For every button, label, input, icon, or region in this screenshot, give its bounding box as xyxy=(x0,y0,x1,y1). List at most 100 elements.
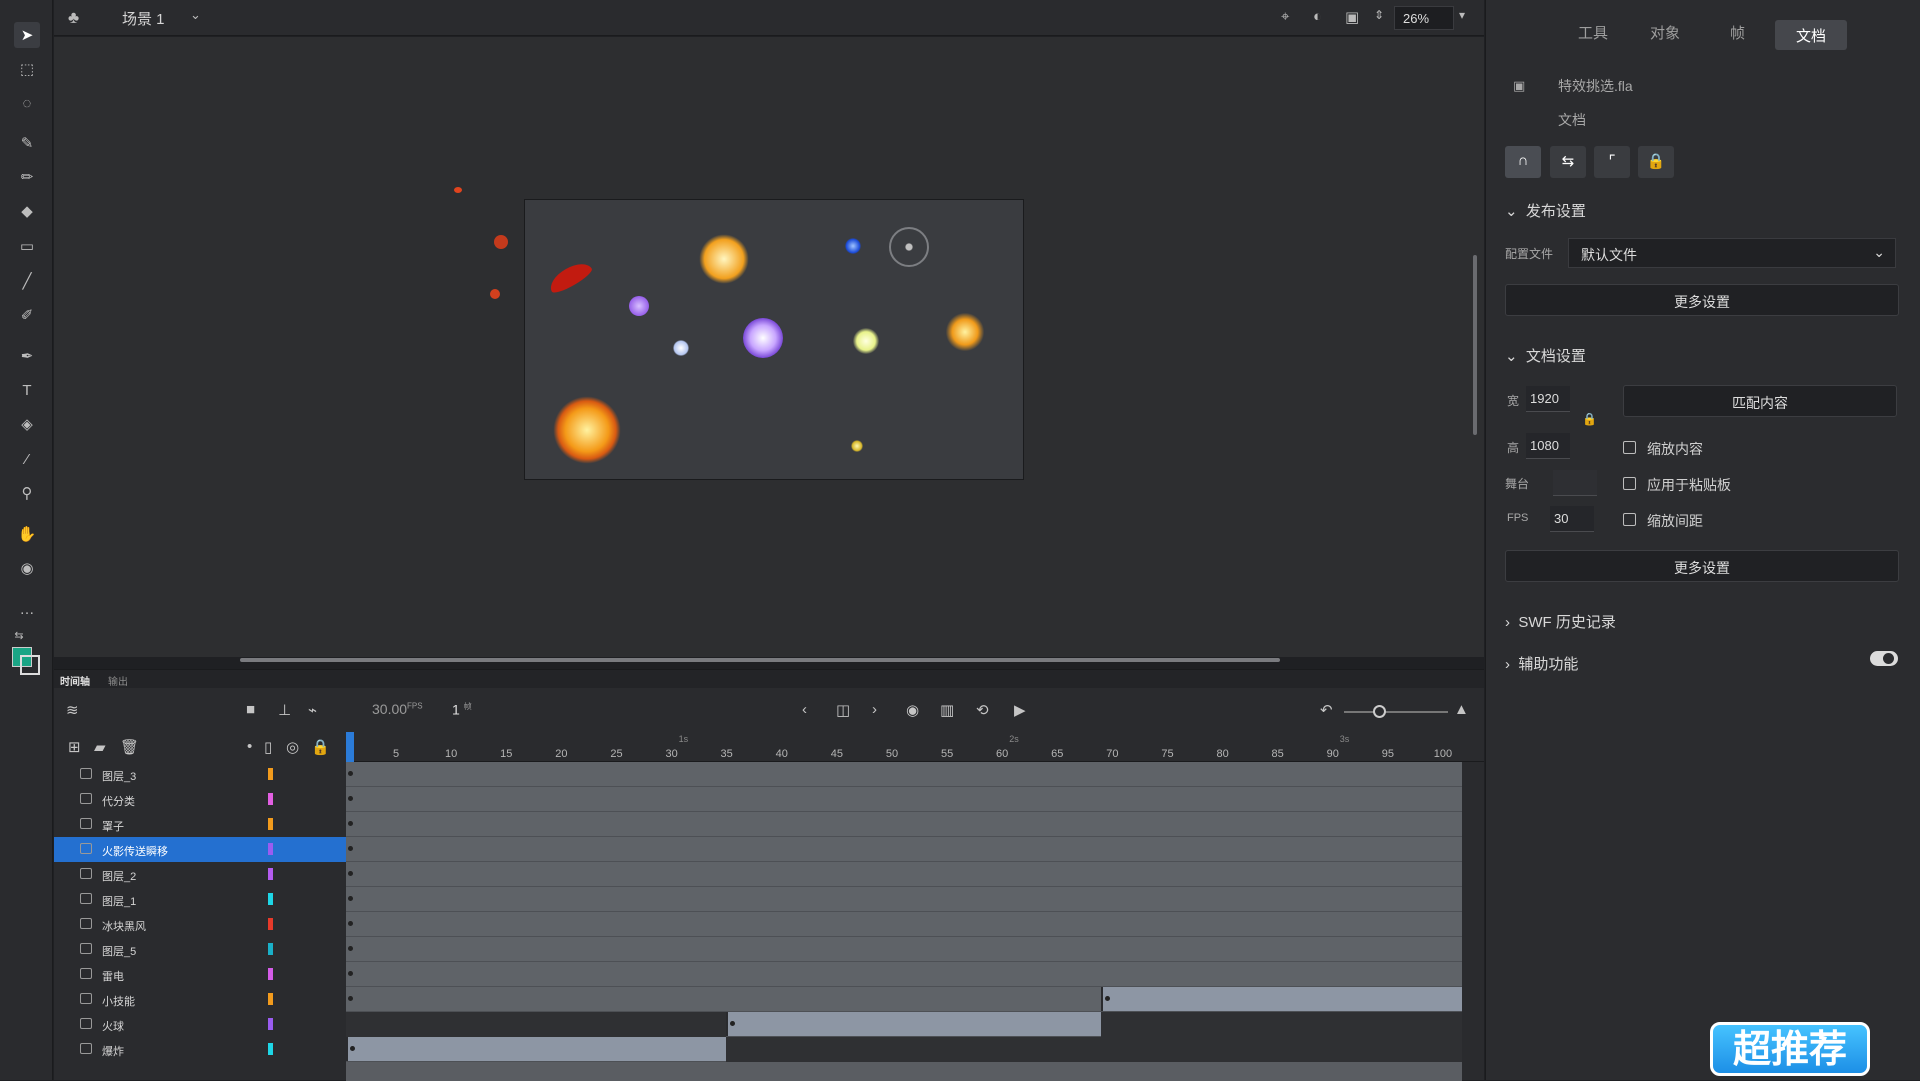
scale-content-checkbox[interactable] xyxy=(1623,441,1636,454)
clip-icon[interactable]: ◐ xyxy=(1313,8,1322,25)
layer-row[interactable]: 罩子 xyxy=(54,812,346,837)
center-stage-icon[interactable]: ⌖ xyxy=(1281,8,1289,25)
layer-row[interactable]: 代分类 xyxy=(54,787,346,812)
add-layer-icon[interactable]: ⊞ xyxy=(68,738,81,756)
effect-sprite[interactable] xyxy=(553,396,621,464)
pen-tool-icon[interactable]: ✒ xyxy=(14,343,40,369)
fps-readout[interactable]: 30.00FPS xyxy=(372,701,423,717)
layer-color-marker[interactable] xyxy=(268,993,273,1005)
layer-color-marker[interactable] xyxy=(268,943,273,955)
layer-row[interactable]: 图层_5 xyxy=(54,937,346,962)
chevron-down-icon[interactable]: ▾ xyxy=(1459,8,1465,22)
frame-grid[interactable] xyxy=(346,762,1462,1081)
document-more-settings-button[interactable]: 更多设置 xyxy=(1505,550,1899,582)
effect-sprite[interactable] xyxy=(743,318,783,358)
layer-color-marker[interactable] xyxy=(268,918,273,930)
keyframe[interactable] xyxy=(348,871,353,876)
keyframe[interactable] xyxy=(348,921,353,926)
stage-color-swatch[interactable] xyxy=(1553,470,1597,496)
frame-row[interactable] xyxy=(346,812,1462,837)
line-tool-icon[interactable]: ╱ xyxy=(14,268,40,294)
effect-sprite[interactable] xyxy=(945,312,985,352)
scene-label[interactable]: 场景 1 xyxy=(122,8,165,29)
link-dimensions-icon[interactable]: 🔒 xyxy=(1582,412,1597,426)
graph-icon[interactable]: ⌁ xyxy=(308,701,317,719)
publish-more-settings-button[interactable]: 更多设置 xyxy=(1505,284,1899,316)
tab-object[interactable]: 对象 xyxy=(1650,22,1680,43)
empty-frames[interactable] xyxy=(726,1037,1462,1062)
selection-tool-icon[interactable]: ➤ xyxy=(14,22,40,48)
layer-row[interactable]: 火影传送瞬移 xyxy=(54,837,346,862)
effect-sprite[interactable] xyxy=(494,235,508,249)
parent-view-icon[interactable]: ⊥ xyxy=(278,701,291,719)
effect-sprite[interactable] xyxy=(889,227,929,267)
effect-sprite[interactable] xyxy=(629,296,649,316)
keyframe[interactable] xyxy=(348,796,353,801)
keyframe[interactable] xyxy=(350,1046,355,1051)
zoom-stepper-icon[interactable]: ⇕ xyxy=(1374,8,1384,22)
frame-row[interactable] xyxy=(346,762,1462,787)
keyframe[interactable] xyxy=(348,771,353,776)
fit-icon[interactable]: ▣ xyxy=(1345,8,1359,26)
apply-pasteboard-checkbox[interactable] xyxy=(1623,477,1636,490)
eyedropper-tool-icon[interactable]: ⁄ xyxy=(14,446,40,472)
rectangle-tool-icon[interactable]: ▭ xyxy=(14,233,40,259)
keyframe[interactable] xyxy=(348,821,353,826)
pin-tool-icon[interactable]: ⚲ xyxy=(14,480,40,506)
layer-color-marker[interactable] xyxy=(268,843,273,855)
camera-icon[interactable]: ■ xyxy=(246,701,255,718)
timeline-zoom-knob[interactable] xyxy=(1373,705,1386,718)
layers-icon[interactable]: ≋ xyxy=(66,701,79,719)
frame-span[interactable] xyxy=(346,1037,726,1061)
effect-sprite[interactable] xyxy=(699,234,749,284)
new-folder-icon[interactable]: ▰ xyxy=(94,738,106,756)
keyframe[interactable] xyxy=(348,896,353,901)
undo-zoom-icon[interactable]: ↶ xyxy=(1320,701,1333,719)
layer-color-marker[interactable] xyxy=(268,1018,273,1030)
frame-row[interactable] xyxy=(346,937,1462,962)
corner-icon[interactable]: ⌜ xyxy=(1594,146,1630,178)
loop-icon[interactable]: ⟲ xyxy=(976,701,989,719)
zoom-field[interactable]: 26% xyxy=(1394,6,1454,30)
vertical-scrollbar[interactable] xyxy=(1473,255,1477,435)
delete-layer-icon[interactable]: 🗑 xyxy=(120,738,139,756)
hide-layer-icon[interactable]: ◎ xyxy=(286,738,299,756)
tab-document[interactable]: 文档 xyxy=(1775,20,1847,50)
fps-field[interactable]: 30 xyxy=(1550,506,1594,532)
more-tools-icon[interactable]: … xyxy=(14,596,40,622)
layer-row[interactable]: 爆炸 xyxy=(54,1037,346,1062)
layer-color-marker[interactable] xyxy=(268,793,273,805)
playhead[interactable] xyxy=(346,732,354,762)
keyframe[interactable] xyxy=(348,946,353,951)
play-icon[interactable]: ▶ xyxy=(1014,701,1026,719)
next-frame-icon[interactable]: › xyxy=(872,701,877,718)
keyframe[interactable] xyxy=(730,1021,735,1026)
keyframe[interactable] xyxy=(348,996,353,1001)
text-tool-icon[interactable]: T xyxy=(14,377,40,403)
lasso-tool-icon[interactable]: ◌ xyxy=(14,90,40,116)
frame-row[interactable] xyxy=(346,862,1462,887)
keyframe[interactable] xyxy=(348,971,353,976)
tab-timeline[interactable]: 时间轴 xyxy=(60,673,90,688)
layer-row[interactable]: 图层_2 xyxy=(54,862,346,887)
layer-color-marker[interactable] xyxy=(268,868,273,880)
horizontal-scrollbar[interactable] xyxy=(240,658,1280,662)
layer-color-marker[interactable] xyxy=(268,818,273,830)
effect-sprite[interactable] xyxy=(853,328,879,354)
frame-row[interactable] xyxy=(346,962,1462,987)
accessibility-header[interactable]: › 辅助功能 xyxy=(1505,653,1578,674)
height-field[interactable]: 1080 xyxy=(1526,433,1570,459)
edit-multiple-frames-icon[interactable]: ▥ xyxy=(940,701,954,719)
profile-select[interactable]: 默认文件 ⌄ xyxy=(1568,238,1896,268)
align-icon[interactable]: ⇆ xyxy=(1550,146,1586,178)
chevron-down-icon[interactable]: ⌄ xyxy=(190,7,201,23)
layer-row[interactable]: 图层_3 xyxy=(54,762,346,787)
stage-canvas[interactable] xyxy=(524,199,1024,480)
layer-row[interactable]: 雷电 xyxy=(54,962,346,987)
eraser-tool-icon[interactable]: ◆ xyxy=(14,198,40,224)
layer-row[interactable]: 小技能 xyxy=(54,987,346,1012)
keyframe[interactable] xyxy=(348,846,353,851)
snap-icon[interactable]: ∩ xyxy=(1505,146,1541,178)
pencil-tool-icon[interactable]: ✐ xyxy=(14,302,40,328)
lock-icon[interactable]: 🔒 xyxy=(311,738,330,756)
